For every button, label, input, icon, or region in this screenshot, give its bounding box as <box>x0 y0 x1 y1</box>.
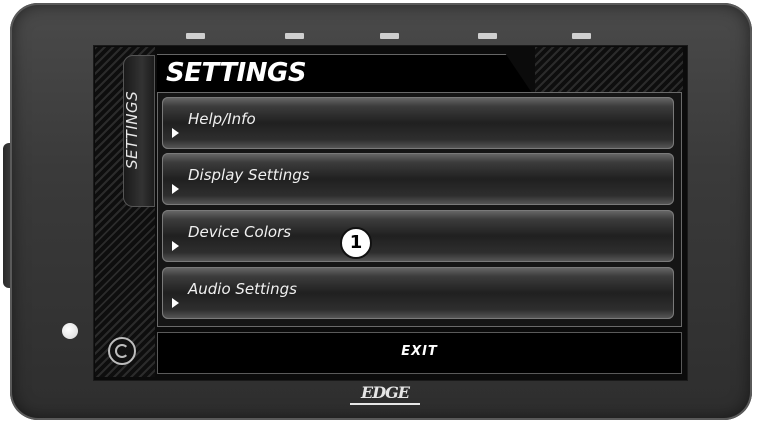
light-sensor-dot <box>62 323 78 339</box>
indicator-led <box>186 33 205 39</box>
indicator-led <box>572 33 591 39</box>
sidebar-tab-label: SETTINGS <box>123 90 141 170</box>
power-circle-icon[interactable] <box>108 337 136 365</box>
page-title: SETTINGS <box>166 58 307 88</box>
power-glyph <box>115 344 129 358</box>
hatch-top-pattern <box>535 47 683 92</box>
triangle-right-icon <box>172 241 179 251</box>
menu-item-audio-settings[interactable]: Audio Settings <box>162 267 674 319</box>
menu-item-label: Device Colors <box>188 223 292 241</box>
menu-item-label: Display Settings <box>188 166 310 184</box>
triangle-right-icon <box>172 298 179 308</box>
exit-button-label: EXIT <box>401 344 438 359</box>
menu-item-display-settings[interactable]: Display Settings <box>162 153 674 205</box>
indicator-led <box>380 33 399 39</box>
menu-item-help-info[interactable]: Help/Info <box>162 97 674 149</box>
indicator-led <box>285 33 304 39</box>
indicator-led <box>478 33 497 39</box>
menu-item-device-colors[interactable]: Device Colors <box>162 210 674 262</box>
callout-number-badge: 1 <box>340 227 372 259</box>
menu-item-label: Audio Settings <box>188 280 297 298</box>
triangle-right-icon <box>172 184 179 194</box>
brand-logo: EDGE <box>350 383 420 405</box>
exit-button[interactable]: EXIT <box>157 332 682 374</box>
triangle-right-icon <box>172 128 179 138</box>
menu-item-label: Help/Info <box>188 110 256 128</box>
